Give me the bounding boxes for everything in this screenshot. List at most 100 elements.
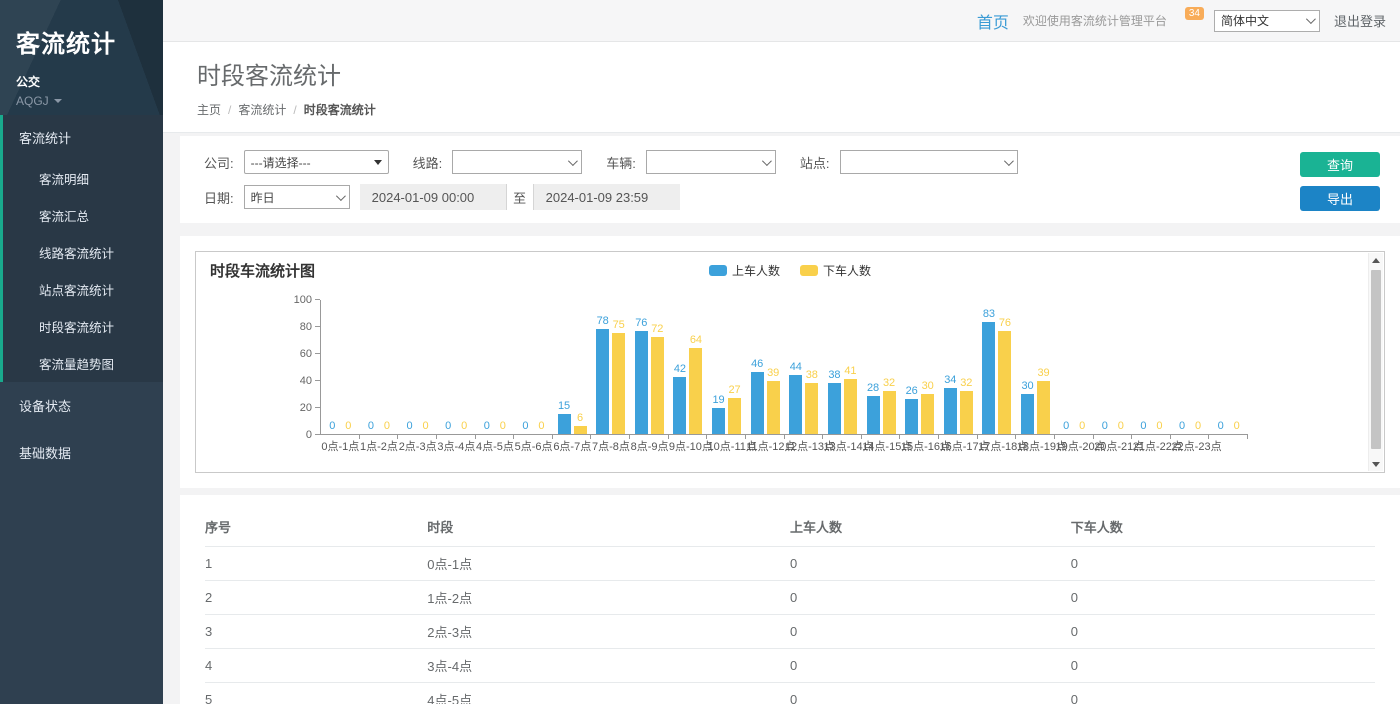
bar-group: 00 bbox=[437, 420, 476, 434]
y-axis-tick-label: 0 bbox=[282, 429, 312, 441]
bar-column: 0 bbox=[380, 420, 393, 434]
sidebar-item-device-status[interactable]: 设备状态 bbox=[0, 382, 163, 429]
x-axis-label: 7点-8点 bbox=[592, 438, 631, 454]
bar bbox=[944, 388, 957, 434]
bar-value-label: 28 bbox=[867, 382, 879, 395]
bar-column: 0 bbox=[1214, 420, 1227, 434]
legend-item-board[interactable]: 上车人数 bbox=[709, 262, 780, 279]
bar-column: 46 bbox=[751, 358, 764, 434]
bar-value-label: 0 bbox=[1102, 420, 1108, 433]
user-name: AQGJ bbox=[16, 94, 49, 108]
sidebar-item-trend-chart[interactable]: 客流量趋势图 bbox=[3, 345, 163, 382]
x-axis-tick-mark bbox=[359, 435, 360, 439]
bar-value-label: 0 bbox=[1063, 420, 1069, 433]
y-axis-tick-mark bbox=[315, 407, 320, 408]
sidebar-item-period-stats[interactable]: 时段客流统计 bbox=[3, 308, 163, 345]
x-axis-tick-mark bbox=[977, 435, 978, 439]
filter-row-1: 公司: ---请选择--- 线路: 车辆: bbox=[204, 150, 1018, 174]
date-range-group: 至 bbox=[360, 184, 680, 210]
x-axis-tick-mark bbox=[513, 435, 514, 439]
y-axis-tick-mark bbox=[315, 380, 320, 381]
x-axis-label: 4点-5点 bbox=[476, 438, 515, 454]
legend-swatch-board bbox=[709, 265, 727, 276]
query-button[interactable]: 查询 bbox=[1300, 152, 1380, 177]
date-start-input[interactable] bbox=[360, 184, 506, 210]
x-axis-tick-mark bbox=[590, 435, 591, 439]
sidebar-item-passenger-stats[interactable]: 客流统计 bbox=[3, 115, 163, 160]
bar-column: 0 bbox=[1176, 420, 1189, 434]
sidebar-item-station-stats[interactable]: 站点客流统计 bbox=[3, 271, 163, 308]
line-select[interactable] bbox=[452, 150, 582, 174]
bar-value-label: 32 bbox=[883, 377, 895, 390]
scrollbar-thumb[interactable] bbox=[1371, 270, 1381, 449]
bar-value-label: 0 bbox=[423, 420, 429, 433]
x-axis-label: 6点-7点 bbox=[553, 438, 592, 454]
breadcrumb-separator: / bbox=[228, 103, 231, 117]
y-axis-tick-label: 40 bbox=[282, 375, 312, 387]
breadcrumb-passenger-stats[interactable]: 客流统计 bbox=[238, 101, 286, 118]
x-axis-tick-mark bbox=[861, 435, 862, 439]
language-select[interactable]: 简体中文 bbox=[1214, 10, 1320, 32]
chart-plot: 0000000000001567875767242641927463944383… bbox=[320, 300, 1248, 435]
bar-column: 0 bbox=[458, 420, 471, 434]
scrollbar-down-arrow[interactable] bbox=[1369, 457, 1383, 471]
bar-group: 28 32 bbox=[862, 377, 901, 434]
bar-column: 30 bbox=[921, 380, 934, 435]
sidebar-item-flow-detail[interactable]: 客流明细 bbox=[3, 160, 163, 197]
station-select[interactable] bbox=[840, 150, 1018, 174]
bar bbox=[558, 414, 571, 434]
bar-value-label: 38 bbox=[806, 369, 818, 382]
x-axis-tick-mark bbox=[668, 435, 669, 439]
table-cell: 0 bbox=[790, 581, 1071, 615]
legend-item-alight[interactable]: 下车人数 bbox=[800, 262, 871, 279]
sidebar-item-base-data[interactable]: 基础数据 bbox=[0, 429, 163, 476]
station-label: 站点: bbox=[800, 153, 830, 172]
scrollbar-up-arrow[interactable] bbox=[1369, 253, 1383, 267]
home-link[interactable]: 首页 bbox=[977, 9, 1009, 33]
bar-column: 34 bbox=[944, 374, 957, 434]
bar-column: 76 bbox=[635, 317, 648, 434]
date-label: 日期: bbox=[204, 188, 234, 207]
company-select[interactable]: ---请选择--- bbox=[244, 150, 389, 174]
bar-column: 64 bbox=[689, 334, 702, 434]
date-end-input[interactable] bbox=[534, 184, 680, 210]
bar bbox=[905, 399, 918, 434]
bar bbox=[921, 394, 934, 435]
y-axis-tick-mark bbox=[315, 299, 320, 300]
date-range-separator: 至 bbox=[506, 184, 534, 210]
bar-group: 1927 bbox=[707, 384, 746, 434]
vehicle-select[interactable] bbox=[646, 150, 776, 174]
bar-value-label: 0 bbox=[1195, 420, 1201, 433]
x-axis-label: 12点-13点 bbox=[785, 438, 824, 454]
x-axis-tick-mark bbox=[1015, 435, 1016, 439]
x-axis-label: 2点-3点 bbox=[398, 438, 437, 454]
bar-value-label: 0 bbox=[1156, 420, 1162, 433]
chevron-down-icon bbox=[54, 99, 62, 103]
x-axis-label: 20点-21点 bbox=[1094, 438, 1133, 454]
sidebar-item-line-stats[interactable]: 线路客流统计 bbox=[3, 234, 163, 271]
breadcrumb-home[interactable]: 主页 bbox=[197, 101, 221, 118]
date-preset-select[interactable]: 昨日 bbox=[244, 185, 350, 209]
x-axis-tick-mark bbox=[629, 435, 630, 439]
bar-group: 8376 bbox=[978, 308, 1017, 434]
logout-link[interactable]: 退出登录 bbox=[1334, 11, 1386, 30]
table-cell: 0 bbox=[1071, 547, 1375, 581]
bar-column: 78 bbox=[596, 315, 609, 434]
y-axis-tick-label: 20 bbox=[282, 402, 312, 414]
bar-column: 0 bbox=[1114, 420, 1127, 434]
bar-value-label: 38 bbox=[828, 369, 840, 382]
sidebar-item-flow-summary[interactable]: 客流汇总 bbox=[3, 197, 163, 234]
bar bbox=[712, 408, 725, 434]
user-dropdown[interactable]: AQGJ bbox=[16, 94, 147, 108]
bar-column: 83 bbox=[982, 308, 995, 434]
bar-column: 0 bbox=[480, 420, 493, 434]
bar-column: 0 bbox=[1137, 420, 1150, 434]
bar-group: 156 bbox=[553, 400, 592, 434]
bar-column: 0 bbox=[419, 420, 432, 434]
table-body: 10点-1点0021点-2点0032点-3点0043点-4点0054点-5点00… bbox=[205, 547, 1375, 704]
bar-value-label: 30 bbox=[1021, 380, 1033, 393]
bar-group: 4639 bbox=[746, 358, 785, 434]
export-button[interactable]: 导出 bbox=[1300, 186, 1380, 211]
bar-column: 38 bbox=[828, 369, 841, 434]
bar-value-label: 0 bbox=[461, 420, 467, 433]
